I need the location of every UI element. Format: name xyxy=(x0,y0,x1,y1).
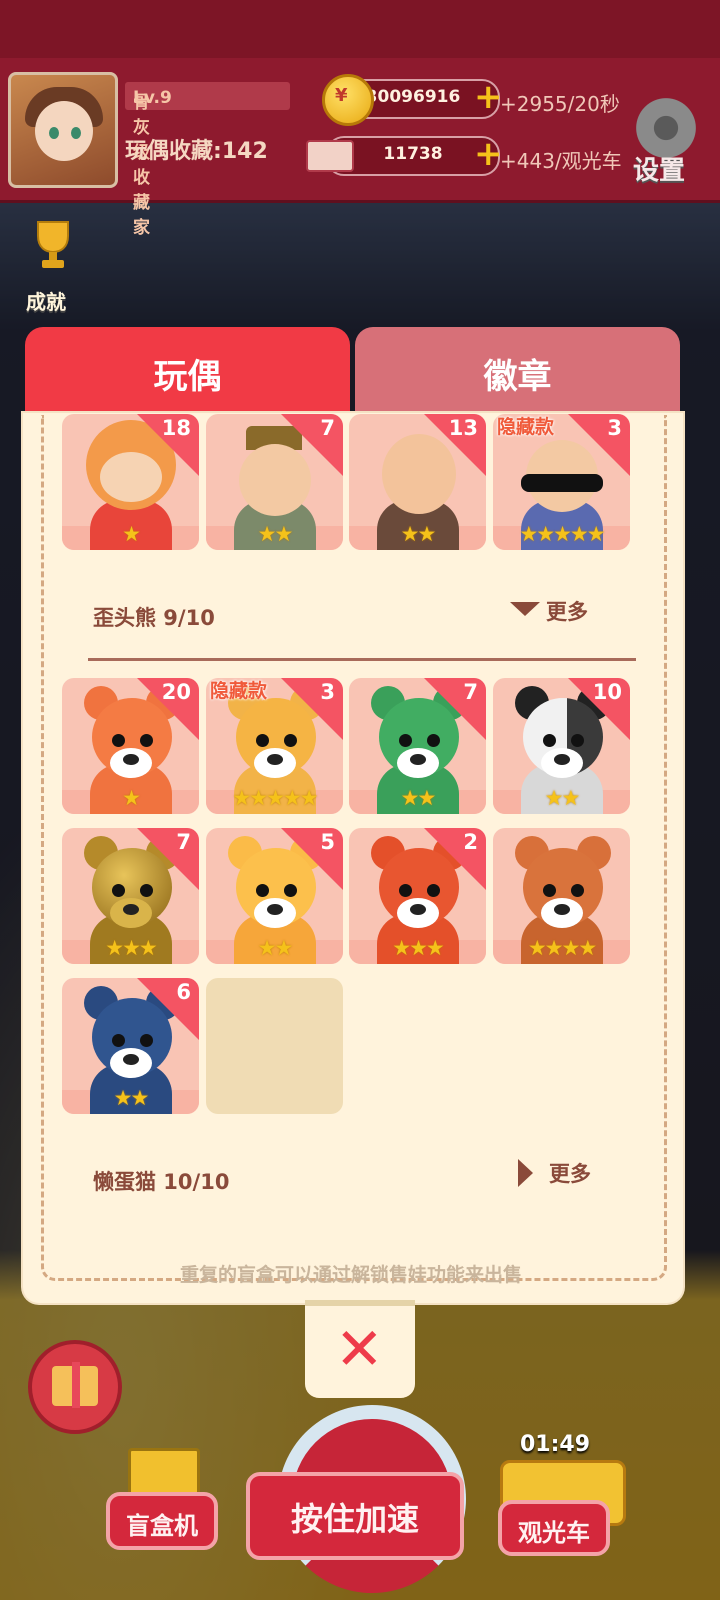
rarity-stars: ★★ xyxy=(400,522,437,546)
bear-card[interactable]: 10 ★★ xyxy=(493,678,630,814)
section-divider xyxy=(88,658,636,661)
doll-card[interactable]: 13 ★★ xyxy=(349,414,486,550)
gift-icon[interactable] xyxy=(28,1340,122,1434)
doll-card[interactable]: 18 ★ xyxy=(62,414,199,550)
more-button[interactable]: 更多 xyxy=(518,1158,591,1188)
coin-rate: +2955/20秒 xyxy=(500,92,620,116)
collection-count-label: 玩偶收藏:142 xyxy=(125,139,268,164)
trophy-icon[interactable] xyxy=(30,218,76,270)
doll-card[interactable]: 3 隐藏款 ★★★★★ xyxy=(493,414,630,550)
bear-card[interactable]: 5 ★★ xyxy=(206,828,343,964)
bear-card[interactable]: ★★★★ xyxy=(493,828,630,964)
tab-dolls[interactable]: 玩偶 xyxy=(25,327,350,417)
tab-badges[interactable]: 徽章 xyxy=(355,327,680,417)
rarity-stars: ★ xyxy=(122,522,141,546)
player-avatar[interactable] xyxy=(8,72,118,188)
tram-button[interactable]: 观光车 xyxy=(498,1500,610,1556)
hidden-variant-tag: 隐藏款 xyxy=(210,680,268,702)
chevron-right-icon xyxy=(518,1159,533,1187)
bear-card[interactable]: 20 ★ xyxy=(62,678,199,814)
tram-timer: 01:49 xyxy=(520,1432,591,1457)
hidden-variant-tag: 隐藏款 xyxy=(497,416,555,438)
series-title: 懒蛋猫 10/10 xyxy=(93,1170,230,1194)
rarity-stars: ★★★★★ xyxy=(519,522,605,546)
more-button[interactable]: 更多 xyxy=(510,596,588,626)
empty-slot xyxy=(206,978,343,1114)
bear-card[interactable]: 3 隐藏款 ★★★★★ xyxy=(206,678,343,814)
close-button[interactable]: ✕ xyxy=(305,1300,415,1398)
series-title: 歪头熊 9/10 xyxy=(93,606,215,630)
bear-card[interactable]: 6 ★★ xyxy=(62,978,199,1114)
collection-count: 142 xyxy=(221,139,268,164)
achievements-label[interactable]: 成就 xyxy=(26,286,66,315)
close-icon: ✕ xyxy=(335,1315,384,1383)
sell-hint-text: 重复的盲盒可以通过解锁售娃功能来出售 xyxy=(179,1264,522,1286)
chevron-down-icon xyxy=(510,602,540,616)
doll-card[interactable]: 7 ★★ xyxy=(206,414,343,550)
player-title-badge: 骨灰级收藏家 Lv.9 xyxy=(125,82,290,238)
ticket-rate: +443/观光车 xyxy=(500,149,622,173)
vending-machine-button[interactable]: 盲盒机 xyxy=(106,1492,218,1550)
bear-card[interactable]: 7 ★★★ xyxy=(62,828,199,964)
ticket-icon xyxy=(306,140,354,172)
add-tickets-button[interactable]: + xyxy=(474,137,503,171)
bear-card[interactable]: 7 ★★ xyxy=(349,678,486,814)
coin-icon: ¥ xyxy=(322,74,374,126)
settings-label[interactable]: 设置 xyxy=(633,150,685,187)
bear-card[interactable]: 2 ★★★ xyxy=(349,828,486,964)
hold-to-speed-up-button[interactable]: 按住加速 xyxy=(246,1472,464,1560)
player-level: Lv.9 xyxy=(133,88,172,108)
rarity-stars: ★★ xyxy=(257,522,294,546)
add-coins-button[interactable]: + xyxy=(474,80,503,114)
